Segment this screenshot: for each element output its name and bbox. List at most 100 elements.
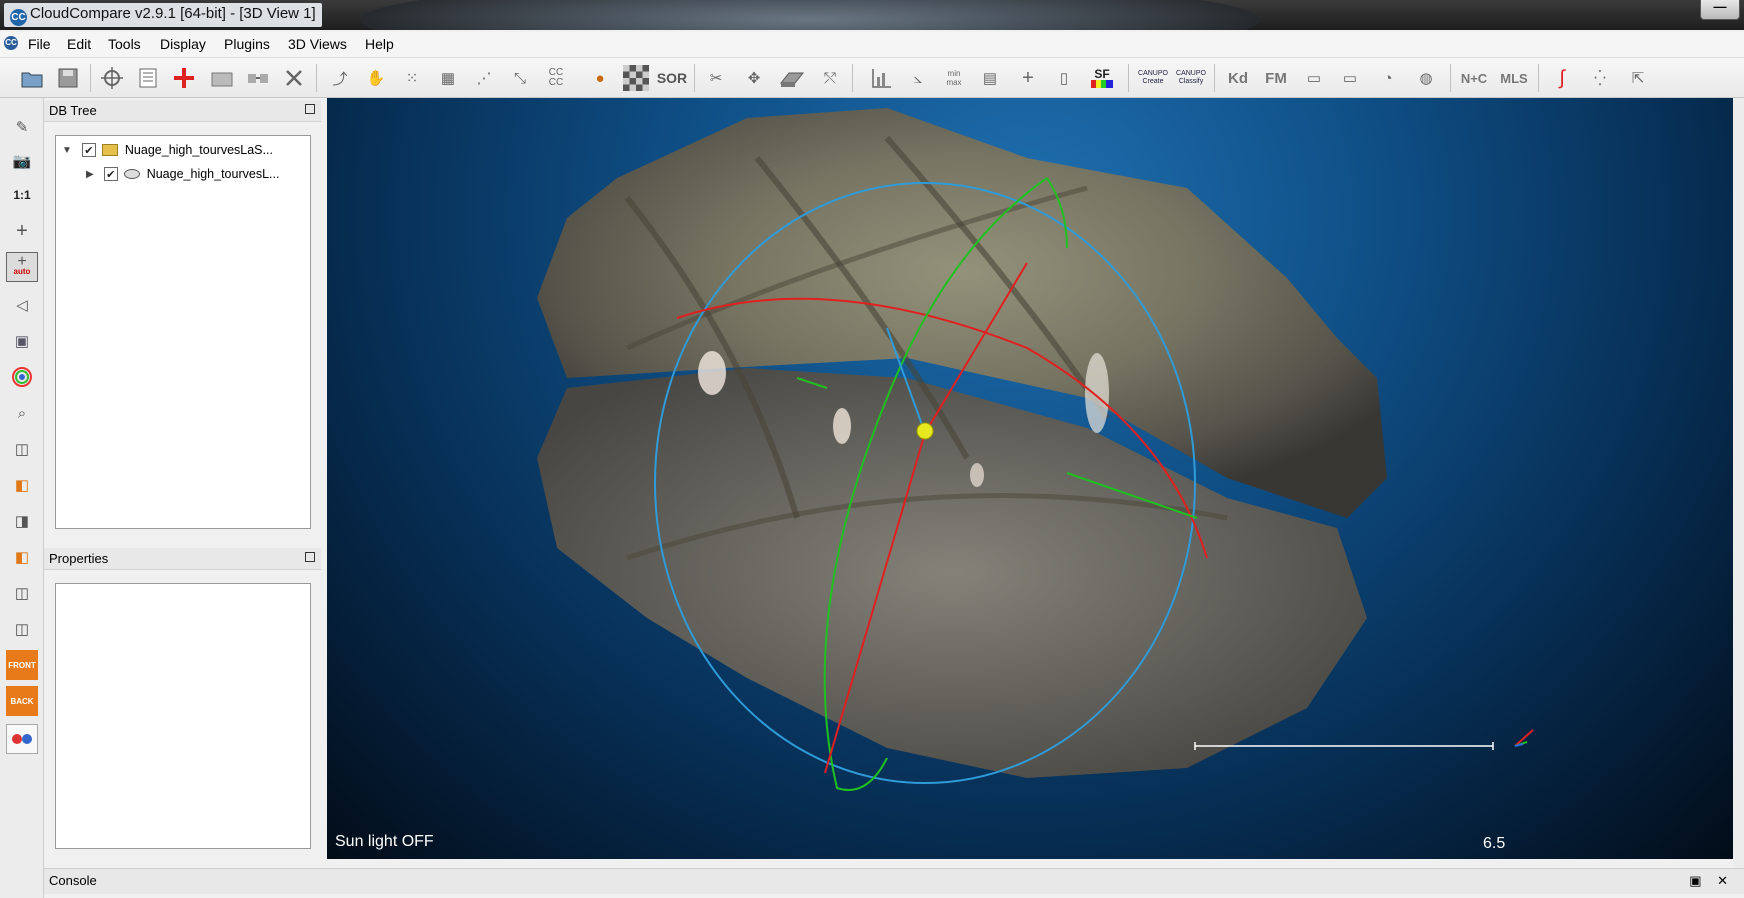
one-to-one-zoom-icon[interactable]: 1:1 (6, 180, 38, 210)
pie-icon[interactable]: ◔ (1374, 64, 1402, 92)
toolbar-separator (90, 64, 91, 92)
sf-list-icon[interactable]: ▯ (1050, 64, 1078, 92)
sphere-icon[interactable]: ◍ (1412, 64, 1440, 92)
scatter-icon[interactable]: ⁛ (1586, 64, 1614, 92)
primitive-icon[interactable]: ● (586, 64, 614, 92)
open-folder-icon[interactable] (18, 64, 46, 92)
menu-display[interactable]: Display (156, 36, 210, 52)
expand-arrow-icon[interactable]: ▼ (62, 145, 72, 156)
menu-help[interactable]: Help (361, 36, 398, 52)
rasterize-icon[interactable]: ▦ (434, 64, 462, 92)
save-icon[interactable] (54, 64, 82, 92)
transform-icon[interactable]: ⇱ (1624, 64, 1652, 92)
pivot-point (916, 422, 934, 440)
cloud-icon (123, 169, 140, 179)
translate-icon[interactable]: ✥ (740, 64, 768, 92)
list-icon[interactable] (134, 64, 162, 92)
distance-icon[interactable]: ⤡ (506, 64, 534, 92)
sf-color-scale-icon[interactable]: SF (1088, 64, 1116, 92)
histogram-icon[interactable] (868, 64, 896, 92)
window-highlight (833, 408, 851, 444)
section-icon[interactable]: ∫ (1548, 64, 1576, 92)
view-top-icon[interactable]: ◫ (6, 434, 38, 464)
merge-icon[interactable] (244, 64, 272, 92)
clone-icon[interactable] (208, 64, 236, 92)
mls-icon[interactable]: MLS (1500, 64, 1528, 92)
pick-icon[interactable]: ✎ (6, 112, 38, 142)
window-highlight (970, 463, 984, 487)
window-highlight (698, 351, 726, 395)
cross-section-icon[interactable] (778, 64, 806, 92)
back-view-icon[interactable]: BACK (6, 686, 38, 716)
add-sf-icon[interactable]: + (1014, 64, 1042, 92)
view-cube-icon[interactable]: ▣ (6, 326, 38, 356)
subsample-icon[interactable]: ✋ (362, 64, 390, 92)
point-cloud-render[interactable] (327, 98, 1733, 859)
cloud-cloud-distance-icon[interactable]: CC CC (542, 64, 570, 92)
dock-float-icon[interactable] (305, 552, 315, 562)
axis-trihedron-icon (1514, 729, 1534, 747)
facet-fm-icon[interactable]: FM (1262, 64, 1290, 92)
dock-float-icon[interactable] (305, 104, 315, 114)
kd-tree-icon[interactable]: Kd (1224, 64, 1252, 92)
normals-icon[interactable]: N+C (1460, 64, 1488, 92)
canupo-create-icon[interactable]: CANUPO Create (1136, 64, 1170, 92)
main-toolbar: ⤴ ✋ ⁙ ▦ ⋰ ⤡ CC CC ● SOR ✂ ✥ ⤲ ⦣ min max … (0, 58, 1744, 98)
toolbar-separator (1450, 64, 1451, 92)
csv-icon[interactable]: ▭ (1336, 64, 1364, 92)
properties-title: Properties (44, 548, 321, 570)
density-icon[interactable]: ⁙ (398, 64, 426, 92)
checkerboard-icon[interactable] (622, 64, 650, 92)
noise-filter-icon[interactable]: ⋰ (470, 64, 498, 92)
translate-rotate-icon[interactable] (98, 64, 126, 92)
add-point-icon[interactable] (170, 64, 198, 92)
menu-plugins[interactable]: Plugins (220, 36, 274, 52)
calendar-icon[interactable]: ▤ (976, 64, 1004, 92)
menu-edit[interactable]: Edit (63, 36, 95, 52)
auto-center-icon[interactable]: + auto (6, 252, 38, 282)
tree-item[interactable]: ▶ ✔ Nuage_high_tourvesL... (86, 164, 279, 184)
view-toolbar: ✎ 📷 1:1 + + auto ◁ ▣ ⌕ ◫ ◧ ◨ ◧ ◫ ◫ FRONT… (0, 98, 44, 898)
delete-icon[interactable] (280, 64, 308, 92)
camera-icon[interactable]: 📷 (6, 146, 38, 176)
sf-label: SF (1094, 66, 1110, 81)
properties-panel (55, 583, 311, 849)
scale-bar-label: 6.5 (1483, 835, 1506, 852)
light-icon[interactable] (6, 362, 38, 392)
view-right-icon[interactable]: ◧ (6, 542, 38, 572)
view-bottom-icon[interactable]: ◫ (6, 578, 38, 608)
menu-tools[interactable]: Tools (104, 36, 145, 52)
3d-view[interactable]: Sun light OFF 6.5 (327, 98, 1733, 859)
visibility-checkbox[interactable]: ✔ (81, 143, 96, 157)
view-front-cube-icon[interactable]: ◧ (6, 470, 38, 500)
tree-item[interactable]: ▼ ✔ Nuage_high_tourvesLaS... (62, 140, 273, 160)
zoom-icon[interactable]: ⌕ (6, 398, 38, 428)
sor-filter-icon[interactable]: SOR (657, 64, 687, 92)
front-view-icon[interactable]: FRONT (6, 650, 38, 680)
db-tree-title-text: DB Tree (49, 103, 97, 118)
tree-item-label: Nuage_high_tourvesL... (146, 167, 280, 181)
export-icon[interactable]: ▭ (1300, 64, 1328, 92)
center-icon[interactable]: + (6, 216, 38, 246)
menu-3d-views[interactable]: 3D Views (284, 36, 351, 52)
segment-icon[interactable]: ✂ (702, 64, 730, 92)
menu-bar: CC File Edit Tools Display Plugins 3D Vi… (0, 32, 1744, 58)
menu-file[interactable]: File (24, 36, 55, 52)
gradient-icon[interactable]: ⦣ (904, 64, 932, 92)
app-logo-icon: CC (10, 9, 27, 26)
title-bar-background (360, 0, 1260, 30)
perspective-icon[interactable]: ◁ (6, 290, 38, 320)
minimize-button[interactable]: — (1700, 0, 1740, 20)
min-max-icon[interactable]: min max (940, 64, 968, 92)
toolbar-separator (1128, 64, 1129, 92)
canupo-classify-icon[interactable]: CANUPO Classify (1174, 64, 1208, 92)
console-window-buttons[interactable]: ▣ ✕ (1689, 873, 1734, 889)
sample-points-icon[interactable]: ⤴ (326, 64, 354, 92)
view-back-icon[interactable]: ◫ (6, 614, 38, 644)
align-icon[interactable]: ⤲ (816, 64, 844, 92)
stereo-icon[interactable] (6, 724, 38, 754)
view-left-icon[interactable]: ◨ (6, 506, 38, 536)
app-menu-icon[interactable]: CC (4, 36, 18, 50)
expand-arrow-icon[interactable]: ▶ (86, 169, 94, 180)
visibility-checkbox[interactable]: ✔ (103, 167, 118, 181)
